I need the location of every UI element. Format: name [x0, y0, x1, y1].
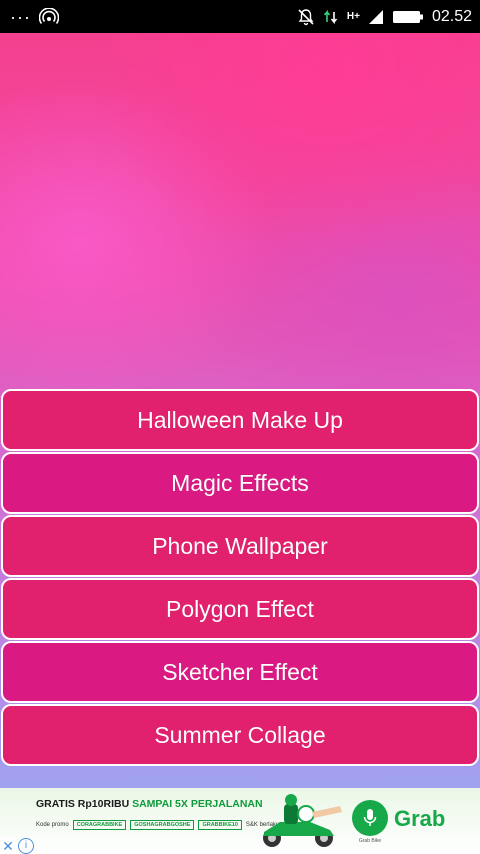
microphone-icon — [352, 800, 388, 836]
sketcher-effect-button[interactable]: Sketcher Effect — [1, 641, 479, 703]
bell-off-icon — [297, 8, 315, 26]
grab-logo: Grab — [394, 806, 446, 831]
battery-icon — [392, 9, 424, 25]
notification-dots: ··· — [10, 6, 31, 27]
ad-promo-code: GRABBIKE10 — [198, 820, 242, 830]
polygon-effect-button[interactable]: Polygon Effect — [1, 578, 479, 640]
ad-promo-label: Kode promo — [36, 822, 69, 828]
hotspot-icon — [38, 7, 59, 26]
ad-headline-part2: SAMPAI 5X PERJALANAN — [132, 798, 263, 810]
info-icon[interactable]: i — [18, 838, 34, 854]
network-type-label: H+ — [346, 10, 360, 22]
ad-controls: ✕ i — [0, 838, 44, 854]
status-bar: ··· H+ 02.52 — [0, 0, 480, 33]
ad-headline: GRATIS Rp10RIBU SAMPAI 5X PERJALANAN — [36, 798, 263, 810]
ad-headline-part1: GRATIS Rp10RIBU — [36, 798, 133, 810]
ad-mic-label: Grab Bike — [358, 838, 382, 844]
ad-banner[interactable]: GRATIS Rp10RIBU SAMPAI 5X PERJALANAN Kod… — [0, 788, 480, 854]
clock: 02.52 — [431, 7, 472, 25]
effects-menu: Halloween Make Up Magic Effects Phone Wa… — [0, 389, 480, 766]
scooter-illustration-icon — [250, 792, 350, 850]
summer-collage-button[interactable]: Summer Collage — [1, 704, 479, 766]
signal-icon — [368, 9, 384, 25]
ad-promo-code: CORAGRABBIKE — [72, 820, 127, 830]
magic-effects-button[interactable]: Magic Effects — [1, 452, 479, 514]
data-transfer-icon — [323, 8, 339, 26]
ad-promo-codes: Kode promo CORAGRABBIKE GOSHAGRABGOSHE G… — [36, 820, 279, 830]
status-right: H+ 02.52 — [297, 8, 472, 26]
ad-promo-code: GOSHAGRABGOSHE — [130, 820, 195, 830]
close-icon[interactable]: ✕ — [0, 838, 16, 854]
phone-wallpaper-button[interactable]: Phone Wallpaper — [1, 515, 479, 577]
halloween-make-up-button[interactable]: Halloween Make Up — [1, 389, 479, 451]
status-left: ··· — [10, 6, 59, 27]
